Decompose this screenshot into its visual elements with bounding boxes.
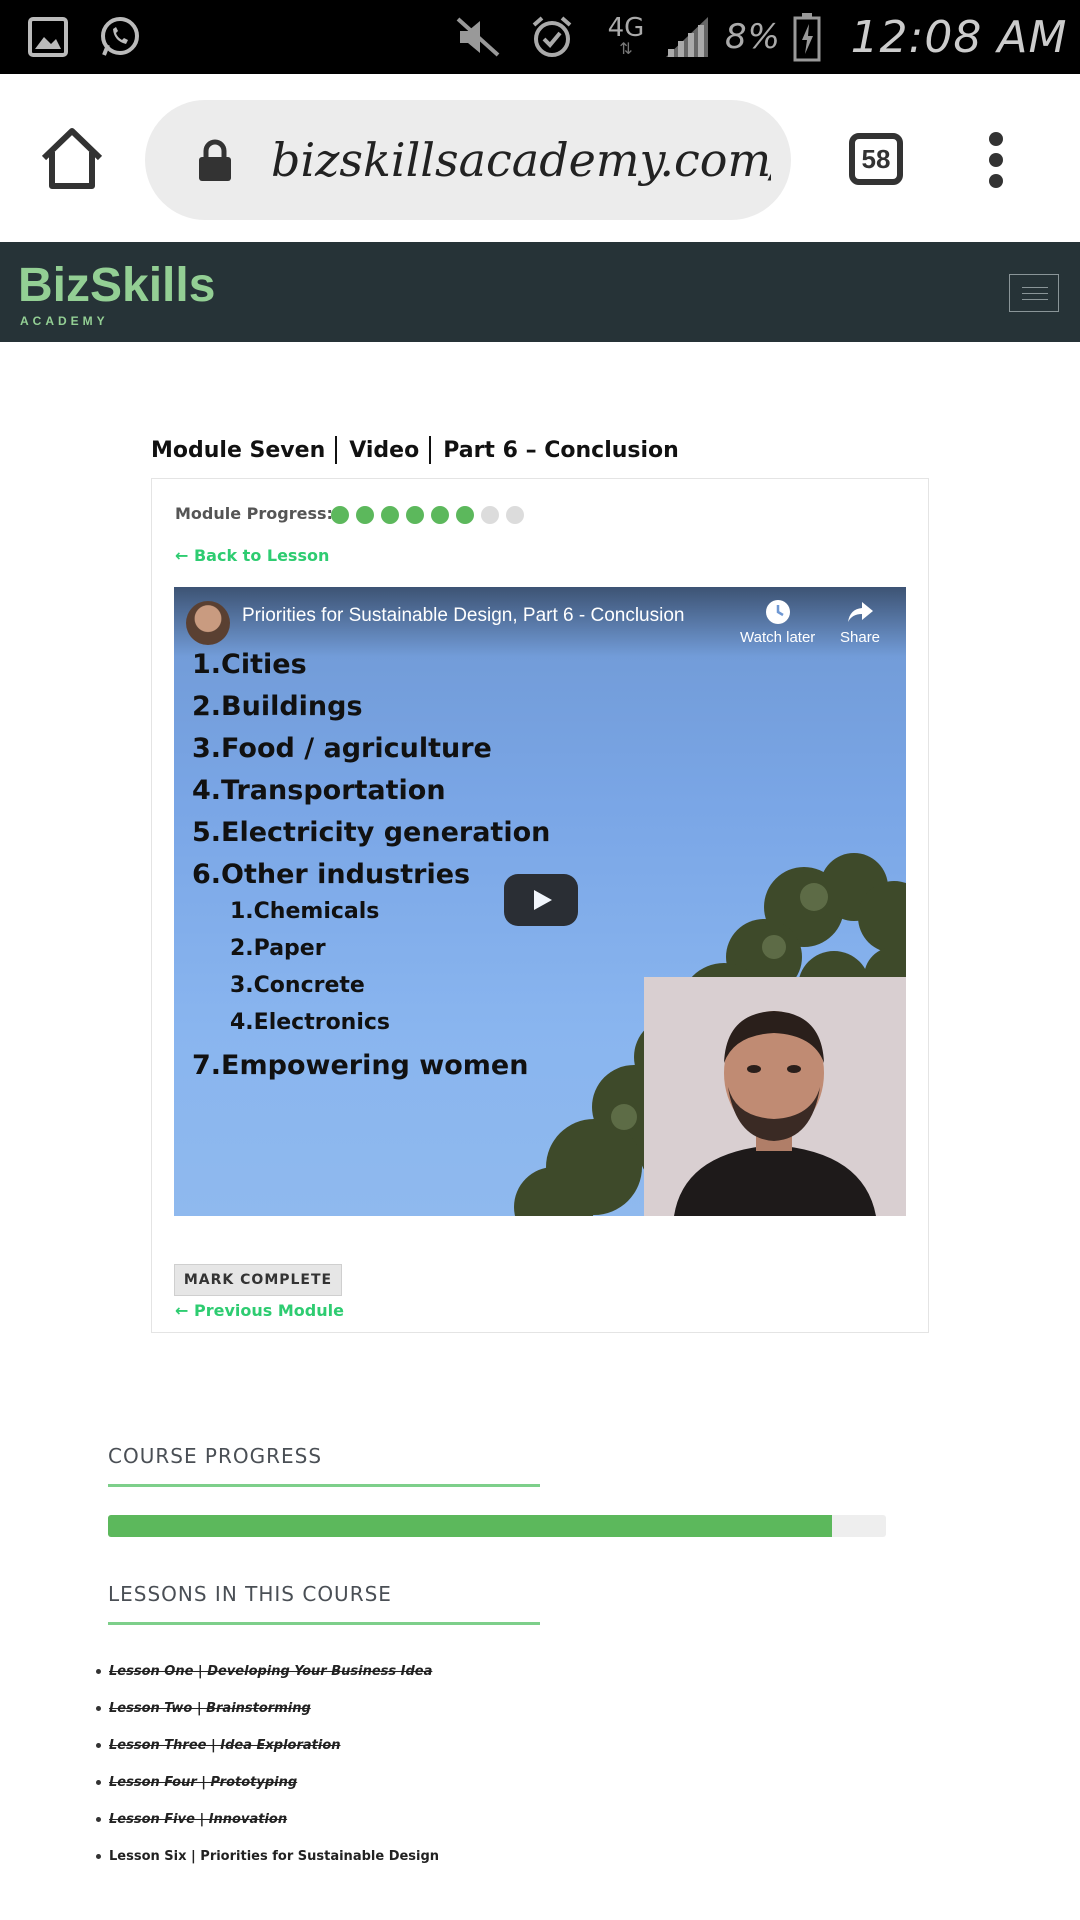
slide-list-item: 4.Transportation	[192, 775, 446, 806]
section-underline	[108, 1484, 540, 1487]
home-icon	[41, 128, 103, 189]
mark-complete-button[interactable]: MARK COMPLETE	[174, 1264, 342, 1296]
share-icon	[848, 602, 874, 622]
slide-list-item: 2.Buildings	[192, 691, 363, 722]
alarm-icon	[526, 0, 578, 74]
address-bar[interactable]: bizskillsacademy.com/	[145, 100, 791, 220]
lesson-link[interactable]: Lesson One | Developing Your Business Id…	[109, 1664, 432, 1679]
logo-sub-text: ACADEMY	[20, 314, 109, 328]
video-title[interactable]: Priorities for Sustainable Design, Part …	[242, 605, 684, 627]
browser-toolbar: bizskillsacademy.com/ 58	[0, 74, 1080, 242]
clock-icon	[765, 600, 790, 624]
lesson-link[interactable]: Lesson Two | Brainstorming	[109, 1701, 311, 1716]
progress-dot-incomplete[interactable]	[481, 506, 499, 524]
speaker-webcam-inset	[644, 977, 906, 1216]
course-progress-heading: COURSE PROGRESS	[108, 1444, 323, 1468]
module-progress-dots	[331, 506, 524, 524]
status-bar: 4G ⇅ 8% 12:08 AM	[0, 0, 1080, 74]
lesson-link[interactable]: Lesson Four | Prototyping	[109, 1775, 297, 1790]
lesson-card: Module Progress: ← Back to Lesson 1.Citi…	[151, 478, 929, 1333]
title-separator	[335, 436, 338, 464]
signal-icon	[662, 0, 712, 74]
slide-list-item: 1.Chemicals	[230, 899, 380, 924]
course-progress-bar	[108, 1515, 886, 1537]
progress-dot-complete[interactable]	[381, 506, 399, 524]
channel-avatar[interactable]	[186, 601, 230, 645]
bullet	[96, 1706, 101, 1711]
progress-dot-complete[interactable]	[331, 506, 349, 524]
section-underline	[108, 1622, 540, 1625]
title-type: Video	[349, 437, 420, 463]
slide-list-item: 2.Paper	[230, 936, 326, 961]
lesson-link[interactable]: Lesson Three | Idea Exploration	[109, 1738, 341, 1753]
slide-list-item: 3.Food / agriculture	[192, 733, 492, 764]
watch-later-label: Watch later	[740, 629, 816, 646]
bullet	[96, 1743, 101, 1748]
url-text: bizskillsacademy.com/	[271, 133, 771, 187]
share-button[interactable]: Share	[840, 599, 880, 646]
slide-list-item: 5.Electricity generation	[192, 817, 551, 848]
course-progress-fill	[108, 1515, 832, 1537]
page-title: Module Seven Video Part 6 – Conclusion	[151, 432, 679, 468]
gallery-icon	[22, 0, 74, 74]
bizskills-logo[interactable]: BizSkills ACADEMY	[18, 259, 216, 329]
network-label: 4G	[607, 13, 645, 43]
nav-menu-button[interactable]	[1009, 274, 1059, 312]
home-button[interactable]	[38, 126, 106, 192]
slide-list-item: 7.Empowering women	[192, 1050, 529, 1081]
progress-dot-complete[interactable]	[431, 506, 449, 524]
title-part: Part 6 – Conclusion	[443, 437, 679, 463]
title-separator	[429, 436, 432, 464]
site-header: BizSkills ACADEMY	[0, 242, 1080, 342]
back-to-lesson-link[interactable]: ← Back to Lesson	[175, 546, 329, 565]
bullet	[96, 1780, 101, 1785]
battery-percent: 8%	[725, 17, 781, 57]
lock-icon	[197, 138, 233, 182]
clock: 12:08 AM	[850, 11, 1068, 63]
progress-dot-complete[interactable]	[356, 506, 374, 524]
slide-list-item: 6.Other industries	[192, 859, 471, 890]
network-4g-icon: 4G ⇅	[607, 13, 645, 58]
logo-main-text: BizSkills	[18, 259, 216, 312]
bullet	[96, 1669, 101, 1674]
bullet	[96, 1817, 101, 1822]
bullet	[96, 1854, 101, 1859]
slide-list-item: 3.Concrete	[230, 973, 365, 998]
play-button[interactable]	[504, 874, 578, 926]
lesson-list-item[interactable]: Lesson Two | Brainstorming	[96, 1701, 311, 1716]
lesson-list-item[interactable]: Lesson Six | Priorities for Sustainable …	[96, 1849, 439, 1864]
watch-later-button[interactable]: Watch later	[740, 599, 815, 646]
lesson-link[interactable]: Lesson Six | Priorities for Sustainable …	[109, 1849, 439, 1864]
lesson-link[interactable]: Lesson Five | Innovation	[109, 1812, 287, 1827]
lesson-list-item[interactable]: Lesson Three | Idea Exploration	[96, 1738, 341, 1753]
progress-dot-incomplete[interactable]	[506, 506, 524, 524]
slide-list-item: 4.Electronics	[230, 1010, 391, 1035]
whatsapp-icon	[94, 0, 146, 74]
browser-menu-button[interactable]	[985, 132, 1007, 188]
module-progress-label: Module Progress:	[175, 504, 333, 523]
share-label: Share	[840, 629, 881, 646]
tab-switcher-button[interactable]: 58	[849, 133, 903, 185]
lesson-list-item[interactable]: Lesson Four | Prototyping	[96, 1775, 297, 1790]
progress-dot-complete[interactable]	[406, 506, 424, 524]
progress-dot-complete[interactable]	[456, 506, 474, 524]
lesson-list-item[interactable]: Lesson One | Developing Your Business Id…	[96, 1664, 432, 1679]
lessons-heading: LESSONS IN THIS COURSE	[108, 1582, 392, 1606]
title-module: Module Seven	[151, 437, 326, 463]
video-player[interactable]: 1.Cities 2.Buildings 3.Food / agriculture 4…	[174, 587, 906, 1216]
previous-module-link[interactable]: ← Previous Module	[175, 1301, 344, 1320]
battery-icon	[790, 0, 824, 74]
mute-icon	[452, 0, 504, 74]
lesson-list-item[interactable]: Lesson Five | Innovation	[96, 1812, 287, 1827]
